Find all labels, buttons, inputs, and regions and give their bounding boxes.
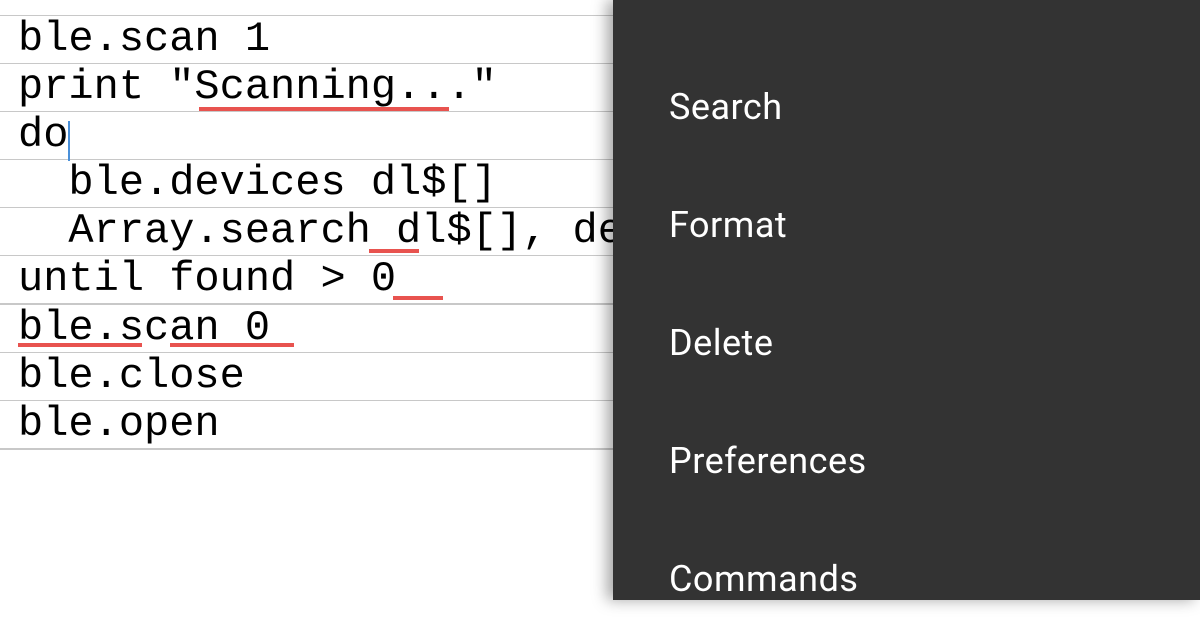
menu-item-search[interactable]: Search xyxy=(613,48,1200,166)
menu-item-preferences[interactable]: Preferences xyxy=(613,402,1200,520)
code-text: print "Scanning..." xyxy=(18,63,497,111)
menu-item-format[interactable]: Format xyxy=(613,166,1200,284)
code-text: ble.devices dl$[] xyxy=(18,159,497,207)
code-text: do xyxy=(18,111,68,159)
code-text: ble.scan 1 xyxy=(18,15,270,63)
code-text: ble.close xyxy=(18,352,245,400)
code-text: Array.search dl$[], dev$ xyxy=(18,207,673,255)
menu-item-delete[interactable]: Delete xyxy=(613,284,1200,402)
code-text: ble.open xyxy=(18,0,220,2)
text-cursor xyxy=(68,121,70,161)
overflow-menu: Search Format Delete Preferences Command… xyxy=(613,0,1200,600)
code-text: ble.scan 0 xyxy=(18,304,270,352)
code-text: ble.open xyxy=(18,400,220,448)
code-text: until found > 0 xyxy=(18,255,396,303)
menu-item-commands[interactable]: Commands xyxy=(613,520,1200,638)
